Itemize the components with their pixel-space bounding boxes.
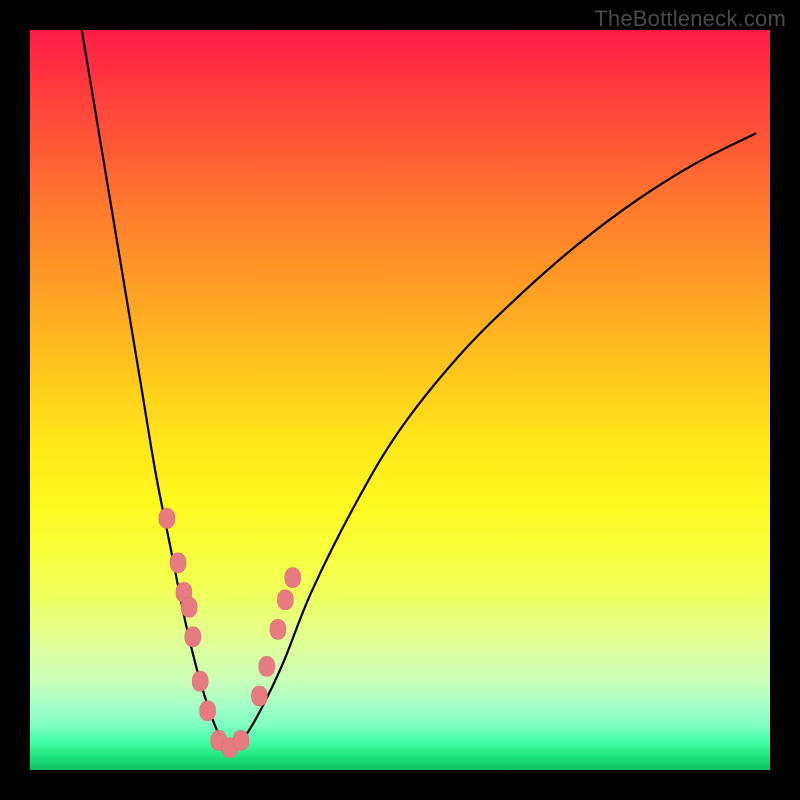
- scatter-point: [233, 730, 249, 750]
- chart-frame: TheBottleneck.com: [0, 0, 800, 800]
- scatter-point: [277, 590, 293, 610]
- scatter-point: [159, 508, 175, 528]
- scatter-point: [170, 553, 186, 573]
- scatter-point: [181, 597, 197, 617]
- scatter-point: [251, 686, 267, 706]
- scatter-point: [259, 656, 275, 676]
- scatter-point: [270, 619, 286, 639]
- scatter-point: [200, 701, 216, 721]
- scatter-point: [285, 568, 301, 588]
- chart-svg: [30, 30, 770, 770]
- curve-left-branch: [82, 30, 230, 755]
- watermark-text: TheBottleneck.com: [594, 6, 786, 32]
- scatter-point: [185, 627, 201, 647]
- scatter-point: [192, 671, 208, 691]
- curve-right-branch: [230, 134, 755, 756]
- scatter-points-group: [159, 508, 301, 757]
- plot-area: [30, 30, 770, 770]
